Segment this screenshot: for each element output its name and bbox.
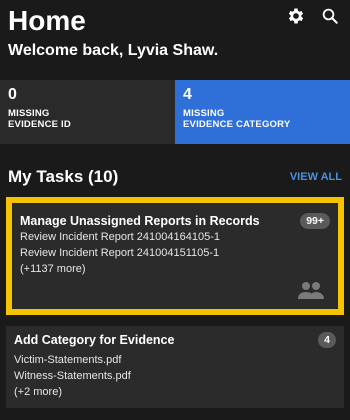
task-title: Add Category for Evidence xyxy=(14,333,175,347)
task-line: Victim-Statements.pdf xyxy=(14,354,122,366)
header: Home Welcome back, Lyvia Shaw. xyxy=(0,0,350,68)
stat-value: 0 xyxy=(8,86,17,103)
people-icon xyxy=(298,282,324,299)
welcome-message: Welcome back, Lyvia Shaw. xyxy=(8,42,219,59)
missing-evidence-id-card[interactable]: 0 MISSING EVIDENCE ID xyxy=(0,80,175,144)
search-icon[interactable] xyxy=(320,6,340,26)
stat-label-line2: EVIDENCE CATEGORY xyxy=(183,119,291,130)
count-badge: 4 xyxy=(318,332,336,348)
stats-row: 0 MISSING EVIDENCE ID 4 MISSING EVIDENCE… xyxy=(0,80,350,144)
task-line: Review Incident Report 241004151105-1 xyxy=(20,247,220,259)
search-icon-svg xyxy=(322,8,338,24)
task-title: Manage Unassigned Reports in Records xyxy=(20,214,260,228)
header-actions xyxy=(286,6,340,26)
stat-label-line1: MISSING xyxy=(8,108,50,119)
task-line: (+2 more) xyxy=(14,386,62,398)
gear-icon[interactable] xyxy=(286,6,306,26)
stat-value: 4 xyxy=(183,86,192,103)
gear-icon-svg xyxy=(288,8,304,24)
task-card-add-category[interactable]: Add Category for Evidence 4 Victim-State… xyxy=(6,326,344,408)
task-line: Witness-Statements.pdf xyxy=(14,370,131,382)
home-screen: Home Welcome back, Lyvia Shaw. 0 MISSING… xyxy=(0,0,350,420)
count-badge: 99+ xyxy=(300,213,330,229)
tasks-header: My Tasks (10) VIEW ALL xyxy=(8,165,342,189)
view-all-link[interactable]: VIEW ALL xyxy=(290,171,342,183)
task-line: Review Incident Report 241004164105-1 xyxy=(20,231,220,243)
tasks-title: My Tasks (10) xyxy=(8,167,119,186)
missing-evidence-category-card[interactable]: 4 MISSING EVIDENCE CATEGORY xyxy=(175,80,350,144)
stat-label-line2: EVIDENCE ID xyxy=(8,119,71,130)
task-card-inner: Manage Unassigned Reports in Records 99+… xyxy=(12,203,338,309)
task-card-unassigned-reports[interactable]: Manage Unassigned Reports in Records 99+… xyxy=(6,197,344,315)
stat-label-line1: MISSING xyxy=(183,108,225,119)
task-line: (+1137 more) xyxy=(20,263,86,275)
